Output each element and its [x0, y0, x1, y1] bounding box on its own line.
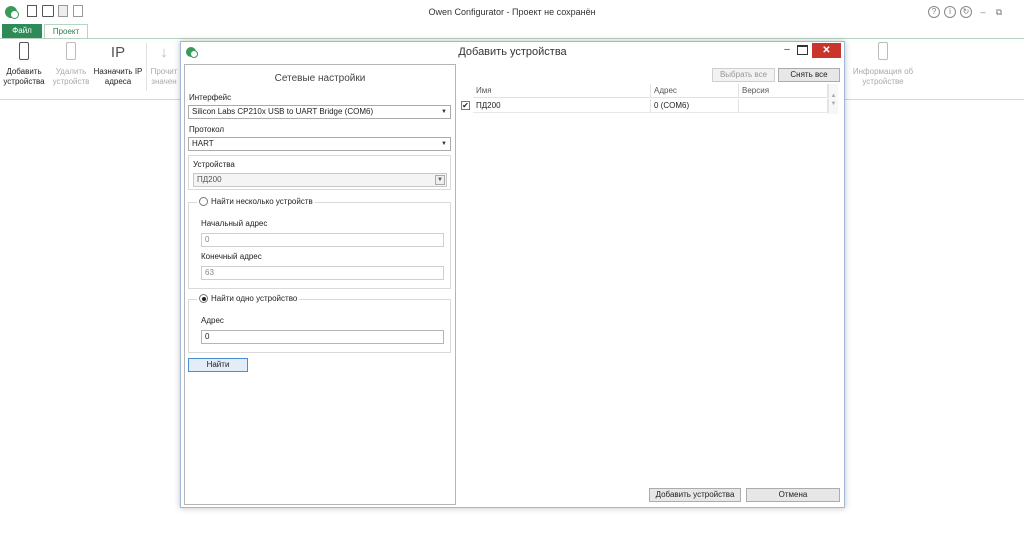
- table-scrollbar[interactable]: ▲ ▼: [828, 84, 838, 114]
- address-label: Адрес: [201, 316, 224, 325]
- dialog-maximize-button[interactable]: [797, 45, 808, 55]
- device-version-cell: [739, 99, 828, 113]
- add-device-icon: [3, 42, 45, 64]
- single-search-option[interactable]: Найти одно устройство: [197, 294, 300, 303]
- chevron-down-icon: ▼: [441, 141, 447, 147]
- dialog-title: Добавить устройства: [458, 46, 567, 58]
- network-settings-panel: Сетевые настройки Интерфейс Silicon Labs…: [184, 64, 456, 505]
- devices-select[interactable]: ПД200 ▼: [193, 173, 447, 187]
- tab-project[interactable]: Проект: [44, 24, 88, 39]
- interface-value: Silicon Labs CP210x USB to UART Bridge (…: [192, 107, 374, 116]
- ribbon-separator: [146, 43, 147, 91]
- dialog-minimize-button[interactable]: –: [781, 44, 793, 58]
- single-search-group: Найти одно устройство Адрес 0: [188, 294, 451, 353]
- start-address-input[interactable]: 0: [201, 233, 444, 247]
- ribbon-tabs: Файл Проект: [0, 24, 1024, 39]
- start-address-label: Начальный адрес: [201, 219, 268, 228]
- remove-device-icon: [50, 42, 92, 64]
- column-header-address[interactable]: Адрес: [651, 84, 739, 98]
- find-button[interactable]: Найти: [188, 358, 248, 372]
- single-search-radio[interactable]: [199, 294, 208, 303]
- address-input[interactable]: 0: [201, 330, 444, 344]
- interface-select[interactable]: Silicon Labs CP210x USB to UART Bridge (…: [188, 105, 451, 119]
- single-search-label: Найти одно устройство: [211, 294, 298, 303]
- multi-search-group: Найти несколько устройств Начальный адре…: [188, 197, 451, 289]
- assign-ip-label: Назначить IP адреса: [93, 67, 143, 86]
- add-devices-confirm-button[interactable]: Добавить устройства: [649, 488, 741, 502]
- read-values-button[interactable]: ↓ Прочит значен: [149, 42, 179, 87]
- download-icon: ↓: [160, 44, 168, 61]
- device-info-button[interactable]: Информация об устройстве: [848, 42, 918, 87]
- end-address-input[interactable]: 63: [201, 266, 444, 280]
- add-devices-label: Добавить устройства: [3, 67, 45, 86]
- add-devices-button[interactable]: Добавить устройства: [3, 42, 45, 87]
- chevron-down-icon: ▼: [441, 109, 447, 115]
- restore-button[interactable]: ⧉: [993, 6, 1005, 18]
- interface-label: Интерфейс: [189, 93, 232, 102]
- refresh-icon[interactable]: ↻: [960, 6, 972, 18]
- devices-label: Устройства: [193, 160, 235, 169]
- ip-icon: IP: [110, 44, 126, 61]
- dialog-close-button[interactable]: ✕: [812, 43, 841, 58]
- devices-value: ПД200: [197, 175, 222, 184]
- device-table: Имя Адрес Версия ✔ ПД200 0 (COM6) ▲ ▼: [459, 84, 840, 140]
- network-settings-heading: Сетевые настройки: [274, 73, 366, 84]
- help-icon[interactable]: ?: [928, 6, 940, 18]
- devices-group: Устройства ПД200 ▼: [188, 155, 451, 190]
- device-info-icon: [848, 42, 918, 64]
- remove-device-label: Удалить устройств: [52, 67, 90, 86]
- multi-search-label: Найти несколько устройств: [211, 197, 313, 206]
- scroll-up-icon[interactable]: ▲: [829, 92, 838, 100]
- tab-file[interactable]: Файл: [2, 24, 42, 38]
- protocol-label: Протокол: [189, 125, 225, 134]
- column-header-version[interactable]: Версия: [739, 84, 828, 98]
- multi-search-radio[interactable]: [199, 197, 208, 206]
- cancel-button[interactable]: Отмена: [746, 488, 840, 502]
- select-all-button[interactable]: Выбрать все: [712, 68, 775, 82]
- main-titlebar: Owen Configurator - Проект не сохранён ?…: [0, 0, 1024, 24]
- minimize-button[interactable]: –: [977, 6, 989, 18]
- window-title: Owen Configurator - Проект не сохранён: [428, 7, 596, 17]
- assign-ip-button[interactable]: IP Назначить IP адреса: [92, 42, 144, 87]
- device-list-panel: Выбрать все Снять все Имя Адрес Версия ✔…: [459, 64, 842, 505]
- end-address-label: Конечный адрес: [201, 252, 262, 261]
- dialog-titlebar: Добавить устройства – ✕: [181, 42, 844, 62]
- info-icon[interactable]: i: [944, 6, 956, 18]
- protocol-value: HART: [192, 139, 214, 148]
- remove-device-button[interactable]: Удалить устройств: [50, 42, 92, 87]
- device-info-label: Информация об устройстве: [852, 67, 914, 86]
- chevron-down-icon: ▼: [435, 175, 445, 185]
- device-name-cell: ПД200: [473, 99, 651, 113]
- row-checkbox[interactable]: ✔: [461, 101, 470, 110]
- read-values-label: Прочит значен: [150, 67, 178, 86]
- deselect-all-button[interactable]: Снять все: [778, 68, 840, 82]
- protocol-select[interactable]: HART ▼: [188, 137, 451, 151]
- scroll-down-icon[interactable]: ▼: [829, 100, 838, 108]
- add-devices-dialog: Добавить устройства – ✕ Сетевые настройк…: [180, 41, 845, 508]
- device-address-cell: 0 (COM6): [651, 99, 739, 113]
- column-header-name[interactable]: Имя: [473, 84, 651, 98]
- multi-search-option[interactable]: Найти несколько устройств: [197, 197, 315, 206]
